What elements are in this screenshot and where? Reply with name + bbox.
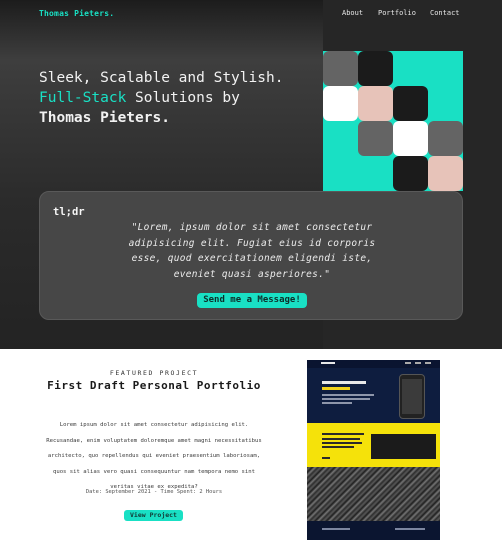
screenshot-nav-link	[405, 362, 411, 364]
screenshot-heading-accent	[322, 387, 350, 390]
screenshot-nav-link	[415, 362, 421, 364]
mosaic-tile	[393, 156, 428, 191]
screenshot-phone-mockup	[399, 374, 425, 419]
project-meta: Date: September 2021 - Time Spent: 2 Hou…	[85, 489, 223, 495]
send-message-button[interactable]: Send me a Message!	[197, 293, 307, 308]
featured-eyebrow: FEATURED PROJECT	[109, 369, 199, 377]
screenshot-footer-line	[395, 528, 425, 530]
screenshot-text-line	[322, 446, 354, 448]
headline-line-3: Thomas Pieters.	[39, 110, 170, 126]
mosaic-tile	[428, 121, 463, 156]
mosaic-tile	[323, 86, 358, 121]
screenshot-text-line	[322, 402, 352, 404]
headline-accent: Full-Stack	[39, 90, 127, 106]
project-title: First Draft Personal Portfolio	[47, 379, 261, 392]
screenshot-nav-link	[425, 362, 431, 364]
nav-contact[interactable]: Contact	[430, 9, 460, 17]
screenshot-footer-line	[322, 528, 350, 530]
screenshot-text-line	[322, 457, 330, 459]
mosaic-tile	[393, 121, 428, 156]
tldr-quote: "Lorem, ipsum dolor sit amet consectetur…	[128, 222, 376, 280]
view-project-button[interactable]: View Project	[124, 510, 183, 521]
screenshot-photo-section	[307, 467, 440, 521]
mosaic-tile	[428, 156, 463, 191]
mosaic-tile	[393, 86, 428, 121]
mosaic-tile	[358, 121, 393, 156]
screenshot-text-line	[322, 398, 370, 400]
project-description: Lorem ipsum dolor sit amet consectetur a…	[46, 422, 262, 491]
nav-about[interactable]: About	[342, 9, 363, 17]
tldr-label: tl;dr	[53, 206, 85, 218]
phone-screen	[402, 379, 422, 414]
screenshot-text-line	[322, 438, 360, 440]
tldr-card: tl;dr "Lorem, ipsum dolor sit amet conse…	[39, 191, 463, 320]
screenshot-logo	[321, 362, 335, 364]
project-screenshot[interactable]	[307, 360, 440, 540]
screenshot-text-line	[322, 394, 374, 396]
hero-headline: Sleek, Scalable and Stylish. Full-Stack …	[39, 68, 283, 128]
screenshot-yellow-section	[307, 423, 440, 467]
main-nav: About Portfolio Contact	[323, 9, 502, 21]
screenshot-navbar	[307, 360, 440, 368]
mosaic-tile	[323, 51, 358, 86]
headline-line-2: Full-Stack Solutions by	[39, 88, 283, 108]
headline-line-2-rest: Solutions by	[126, 90, 240, 106]
mosaic-tile	[358, 51, 393, 86]
screenshot-text-line	[322, 442, 362, 444]
screenshot-footer	[307, 521, 440, 540]
mosaic-tile	[358, 86, 393, 121]
screenshot-text-line	[322, 433, 364, 435]
nav-portfolio[interactable]: Portfolio	[378, 9, 416, 17]
decorative-tile-mosaic	[323, 51, 463, 191]
screenshot-heading-line	[322, 381, 366, 384]
screenshot-dark-panel	[371, 434, 436, 459]
brand-logo[interactable]: Thomas Pieters.	[39, 9, 114, 18]
headline-line-1: Sleek, Scalable and Stylish.	[39, 70, 284, 86]
